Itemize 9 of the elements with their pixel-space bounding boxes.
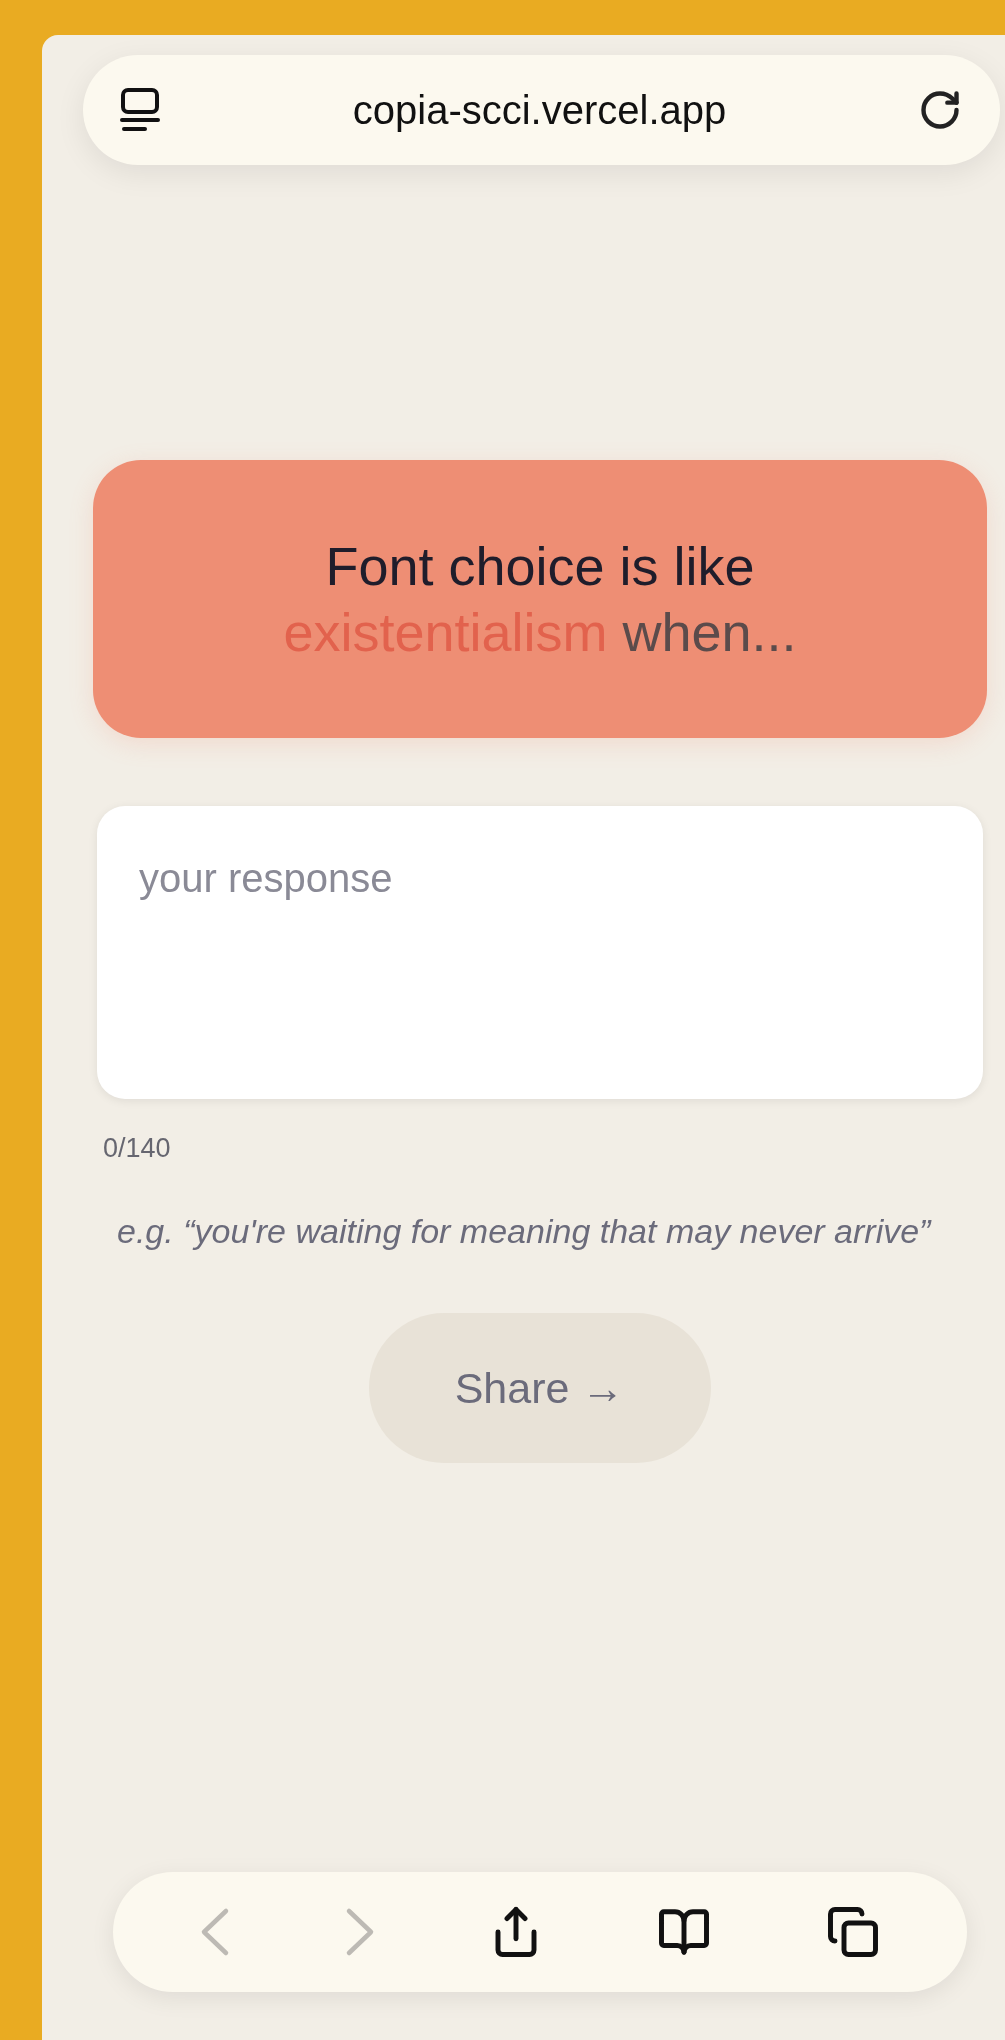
character-counter: 0/140: [103, 1133, 171, 1164]
address-bar[interactable]: copia-scci.vercel.app: [83, 55, 1000, 165]
reload-icon[interactable]: [918, 88, 962, 132]
url-text: copia-scci.vercel.app: [352, 87, 727, 133]
page-menu-icon[interactable]: [119, 87, 161, 133]
response-field[interactable]: your response: [97, 806, 983, 1099]
hint-text: e.g. “you're waiting for meaning that may never arrive”: [117, 1212, 933, 1251]
share-button[interactable]: Share →: [368, 1313, 711, 1463]
tabs-button[interactable]: [825, 1905, 880, 1959]
